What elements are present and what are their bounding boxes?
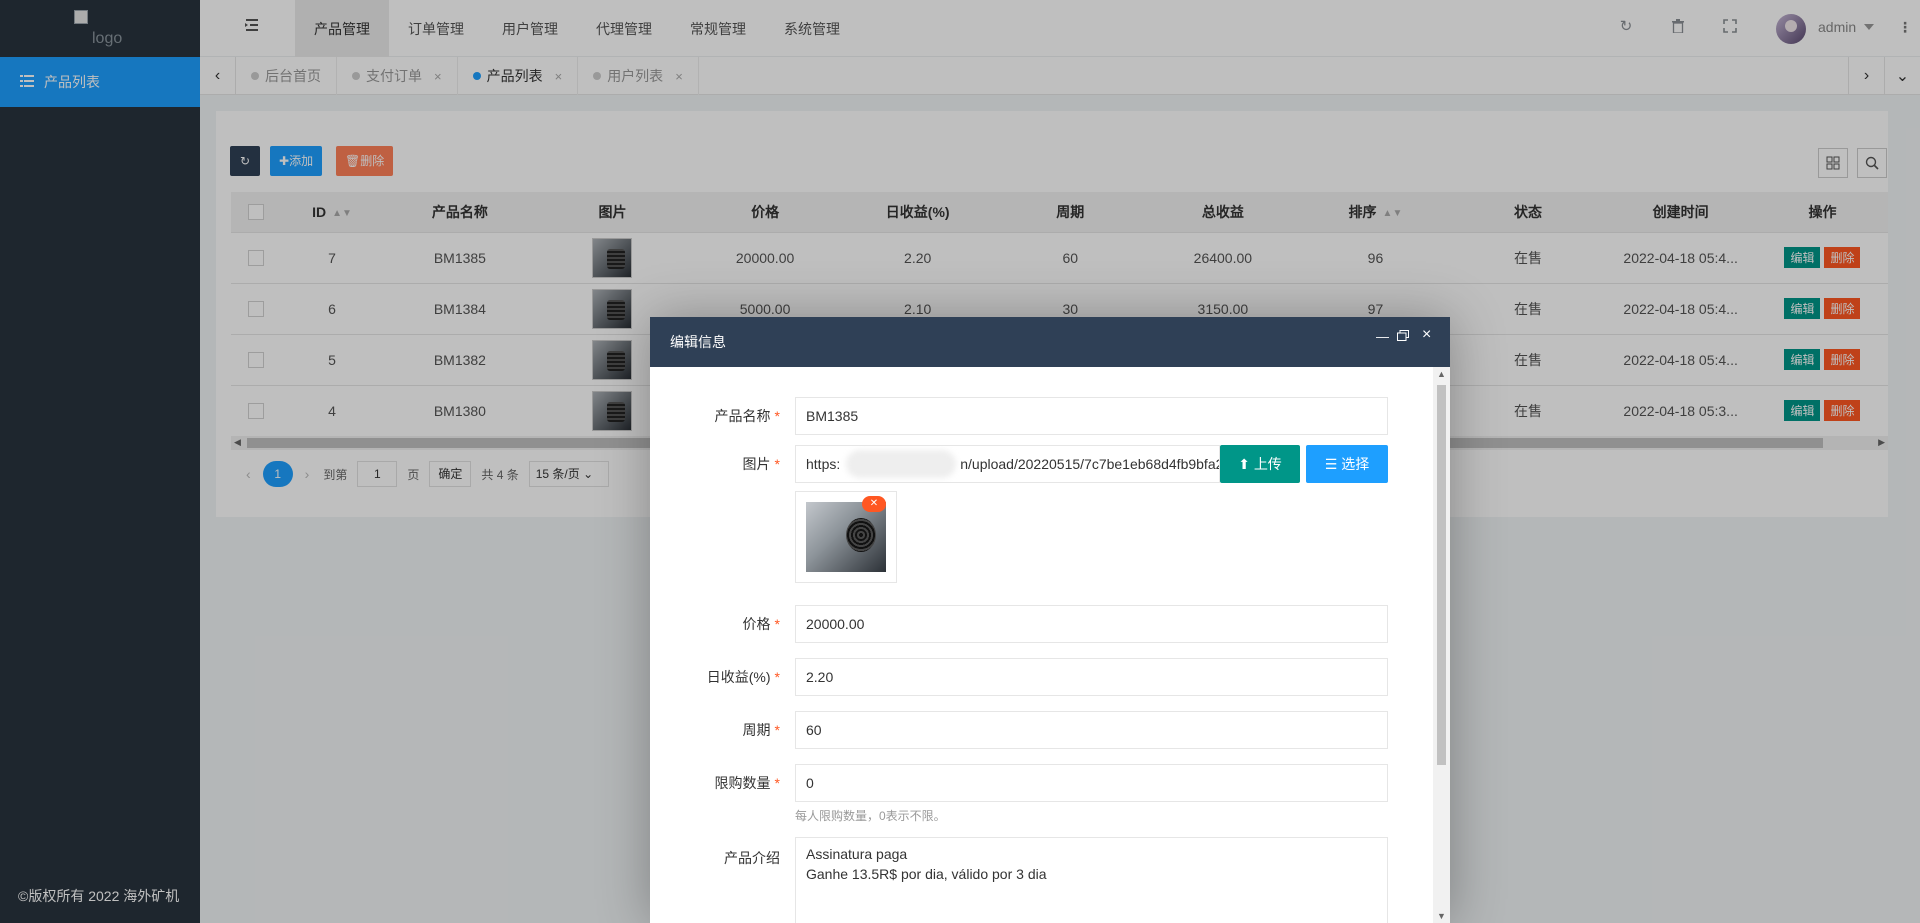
period-input[interactable]: 60 [795, 711, 1388, 749]
label-text: 日收益(%) [706, 669, 771, 685]
product-name-input[interactable]: BM1385 [795, 397, 1388, 435]
field-label-name: 产品名称 * [650, 406, 780, 426]
label-text: 产品介绍 [724, 850, 780, 866]
modal-vertical-scrollbar[interactable]: ▲ ▼ [1433, 367, 1450, 923]
label-text: 价格 [742, 616, 771, 632]
required-mark: * [774, 722, 780, 738]
required-mark: * [774, 616, 780, 632]
scroll-up-arrow-icon[interactable]: ▲ [1437, 369, 1446, 379]
field-label-intro: 产品介绍 [650, 848, 780, 868]
intro-line: Ganhe 13.5R$ por dia, válido por 3 dia [806, 866, 1047, 882]
required-mark: * [774, 456, 780, 472]
field-label-limit: 限购数量 * [650, 773, 780, 793]
scrollbar-thumb[interactable] [1437, 385, 1446, 765]
image-url-prefix: https: [806, 456, 841, 472]
choose-button[interactable]: ☰ 选择 [1306, 445, 1388, 483]
close-icon[interactable]: × [1422, 326, 1431, 344]
upload-button[interactable]: ⬆ 上传 [1220, 445, 1300, 483]
label-text: 产品名称 [714, 408, 771, 424]
intro-line: Assinatura paga [806, 846, 908, 862]
list-icon: ☰ [1324, 456, 1338, 472]
minimize-icon[interactable]: — [1376, 329, 1389, 344]
scroll-down-arrow-icon[interactable]: ▼ [1437, 911, 1446, 921]
choose-label: 选择 [1341, 456, 1370, 472]
edit-modal: 编辑信息 — × 产品名称 * BM1385 图片 * https: n/upload… [650, 317, 1450, 923]
maximize-icon[interactable] [1397, 329, 1409, 344]
purchase-limit-input[interactable]: 0 [795, 764, 1388, 802]
field-label-image: 图片 * [650, 454, 780, 474]
required-mark: * [774, 408, 780, 424]
required-mark: * [774, 669, 780, 685]
upload-icon: ⬆ [1238, 456, 1250, 472]
modal-form: 产品名称 * BM1385 图片 * https: n/upload/20220515… [650, 367, 1450, 923]
label-text: 限购数量 [714, 775, 771, 791]
field-label-period: 周期 * [650, 720, 780, 740]
label-text: 图片 [742, 456, 771, 472]
remove-image-icon[interactable]: ✕ [862, 496, 886, 512]
blurred-region [846, 450, 956, 478]
image-preview: ✕ [795, 491, 897, 583]
required-mark: * [774, 775, 780, 791]
field-label-price: 价格 * [650, 614, 780, 634]
preview-image[interactable] [806, 502, 886, 572]
image-url-input[interactable]: https: n/upload/20220515/7c7be1eb68d4fb9b… [795, 445, 1220, 483]
image-url-path: n/upload/20220515/7c7be1eb68d4fb9bfa23 [960, 456, 1220, 472]
field-label-daily: 日收益(%) * [650, 667, 780, 687]
upload-label: 上传 [1253, 456, 1282, 472]
label-text: 周期 [742, 722, 771, 738]
modal-title: 编辑信息 [650, 317, 1450, 367]
daily-yield-input[interactable]: 2.20 [795, 658, 1388, 696]
price-input[interactable]: 20000.00 [795, 605, 1388, 643]
product-intro-textarea[interactable]: Assinatura paga Ganhe 13.5R$ por dia, vá… [795, 837, 1388, 923]
limit-hint: 每人限购数量，0表示不限。 [795, 809, 946, 823]
